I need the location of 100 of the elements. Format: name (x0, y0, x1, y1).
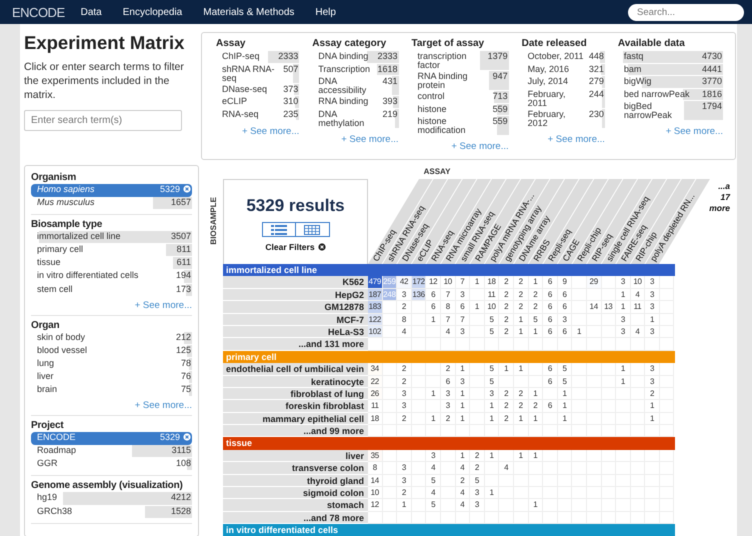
matrix-cell[interactable]: 5 (558, 363, 572, 376)
facet-term[interactable]: DNA methylation 219 (312, 108, 398, 129)
matrix-cell[interactable]: 3 (645, 288, 660, 302)
matrix-cell[interactable]: 2 (499, 301, 514, 314)
matrix-cell[interactable]: 11 (630, 301, 646, 314)
matrix-cell[interactable]: 3 (456, 326, 470, 338)
matrix-cell[interactable]: 2 (514, 301, 529, 314)
matrix-cell[interactable]: 1 (558, 412, 572, 426)
matrix-cell[interactable]: 3 (645, 276, 660, 289)
facet-term[interactable]: tissue 611 (31, 257, 192, 270)
matrix-cell[interactable]: 2 (499, 326, 514, 338)
facet-term[interactable]: July, 2014 279 (522, 76, 605, 89)
matrix-cell[interactable]: 1 (528, 276, 544, 289)
matrix-cell[interactable]: 5 (484, 314, 500, 326)
matrix-cell[interactable]: 2 (528, 400, 544, 413)
nav-link[interactable]: Materials & Methods (203, 6, 294, 18)
matrix-cell[interactable]: 3 (397, 388, 412, 400)
matrix-cell[interactable]: 1 (528, 450, 544, 462)
matrix-cell[interactable]: 1 (528, 412, 544, 426)
matrix-cell[interactable]: 1 (514, 412, 529, 426)
matrix-cell[interactable]: 2 (499, 388, 514, 400)
facet-term[interactable]: lung 78 (31, 358, 192, 371)
search-field[interactable]: Search... (628, 4, 744, 20)
nav-link[interactable]: Encyclopedia (122, 6, 182, 18)
matrix-cell[interactable]: 1 (470, 276, 485, 289)
facet-term[interactable]: histone 559 (412, 104, 509, 116)
group-header[interactable]: tissue (223, 437, 675, 450)
matrix-cell[interactable]: 12 (368, 499, 383, 512)
matrix-cell[interactable]: 1 (514, 363, 529, 376)
matrix-cell[interactable]: 1 (616, 376, 631, 388)
matrix-cell[interactable]: 2 (499, 314, 514, 326)
matrix-cell[interactable]: 9 (558, 276, 572, 289)
see-more-link[interactable]: + See more... (412, 141, 509, 152)
matrix-cell[interactable]: 3 (645, 363, 660, 376)
search-field[interactable]: Enter search term(s) (24, 110, 182, 131)
matrix-cell[interactable]: 2 (397, 363, 412, 376)
matrix-cell[interactable]: 8 (440, 301, 456, 314)
facet-term[interactable]: immortalized cell line 3507 (31, 231, 192, 244)
matrix-cell[interactable]: 1 (484, 450, 500, 462)
matrix-cell[interactable]: 1 (514, 326, 529, 338)
matrix-cell[interactable]: 136 (412, 288, 426, 302)
facet-term[interactable]: Roadmap 3115 (31, 445, 192, 458)
matrix-cell[interactable]: 1 (456, 412, 470, 426)
matrix-cell[interactable]: 6 (543, 314, 558, 326)
facet-term[interactable]: brain 75 (31, 384, 192, 398)
matrix-cell[interactable]: 26 (368, 388, 383, 400)
facet-term[interactable]: RNA-seq 235 (216, 108, 300, 122)
row-label[interactable]: HeLa-S3 (223, 326, 368, 338)
matrix-cell[interactable]: 12 (426, 276, 441, 289)
matrix-cell[interactable]: 3 (558, 314, 572, 326)
matrix-cell[interactable]: 6 (543, 288, 558, 302)
facet-term[interactable]: fastq 4730 (618, 51, 723, 64)
facet-term[interactable]: liver 76 (31, 370, 192, 384)
matrix-cell[interactable]: 1 (456, 363, 470, 376)
matrix-cell[interactable]: 4 (397, 326, 412, 338)
matrix-cell[interactable]: 3 (616, 326, 631, 338)
facet-term[interactable]: February, 2011 244 (522, 88, 605, 109)
matrix-cell[interactable]: 1 (558, 388, 572, 400)
matrix-cell[interactable]: 1 (528, 499, 544, 512)
matrix-cell[interactable]: 2 (499, 288, 514, 302)
matrix-cell[interactable]: 3 (440, 388, 456, 400)
matrix-cell[interactable]: 2 (470, 462, 485, 475)
matrix-cell[interactable]: 1 (558, 400, 572, 413)
matrix-cell[interactable]: 3 (470, 487, 485, 500)
matrix-cell[interactable]: 1 (456, 450, 470, 462)
matrix-cell[interactable]: 6 (543, 326, 558, 338)
matrix-cell[interactable]: 3 (426, 450, 441, 462)
matrix-cell[interactable]: 2 (397, 376, 412, 388)
matrix-cell[interactable]: 4 (456, 487, 470, 500)
matrix-cell[interactable]: 172 (412, 276, 426, 289)
matrix-cell[interactable]: 4 (630, 326, 646, 338)
facet-term[interactable]: blood vessel 125 (31, 344, 192, 358)
row-label[interactable]: sigmoid colon (223, 487, 368, 500)
facet-term[interactable]: histone modification 559 (412, 116, 509, 136)
matrix-cell[interactable]: 6 (558, 326, 572, 338)
matrix-cell[interactable]: 10 (484, 301, 500, 314)
matrix-cell[interactable]: 14 (586, 301, 602, 314)
facet-term[interactable]: ChIP-seq 2333 (216, 51, 300, 64)
matrix-cell[interactable]: 2 (528, 288, 544, 302)
matrix-cell[interactable]: 2 (499, 400, 514, 413)
matrix-cell[interactable]: 1 (528, 388, 544, 400)
row-label[interactable]: HepG2 (223, 288, 368, 302)
matrix-cell[interactable]: 1 (616, 288, 631, 302)
matrix-cell[interactable]: 5 (484, 376, 500, 388)
see-more-link[interactable]: + See more... (522, 134, 605, 145)
matrix-cell[interactable]: 5 (528, 314, 544, 326)
matrix-cell[interactable]: 3 (616, 276, 631, 289)
matrix-cell[interactable]: 1 (572, 326, 587, 338)
facet-term[interactable]: control 713 (412, 91, 509, 104)
matrix-cell[interactable]: 3 (397, 474, 412, 488)
matrix-cell[interactable]: 1 (484, 400, 500, 413)
matrix-cell[interactable]: 479 (368, 276, 383, 289)
matrix-cell[interactable]: 8 (397, 314, 412, 326)
matrix-cell[interactable]: 1 (426, 412, 441, 426)
matrix-cell[interactable]: 5 (426, 499, 441, 512)
matrix-cell[interactable]: 2 (514, 388, 529, 400)
see-more-link[interactable]: + See more... (312, 134, 398, 145)
clear-filters-button[interactable]: Clear Filters (265, 242, 326, 252)
matrix-cell[interactable]: 1 (645, 412, 660, 426)
row-label[interactable]: GM12878 (223, 301, 368, 314)
